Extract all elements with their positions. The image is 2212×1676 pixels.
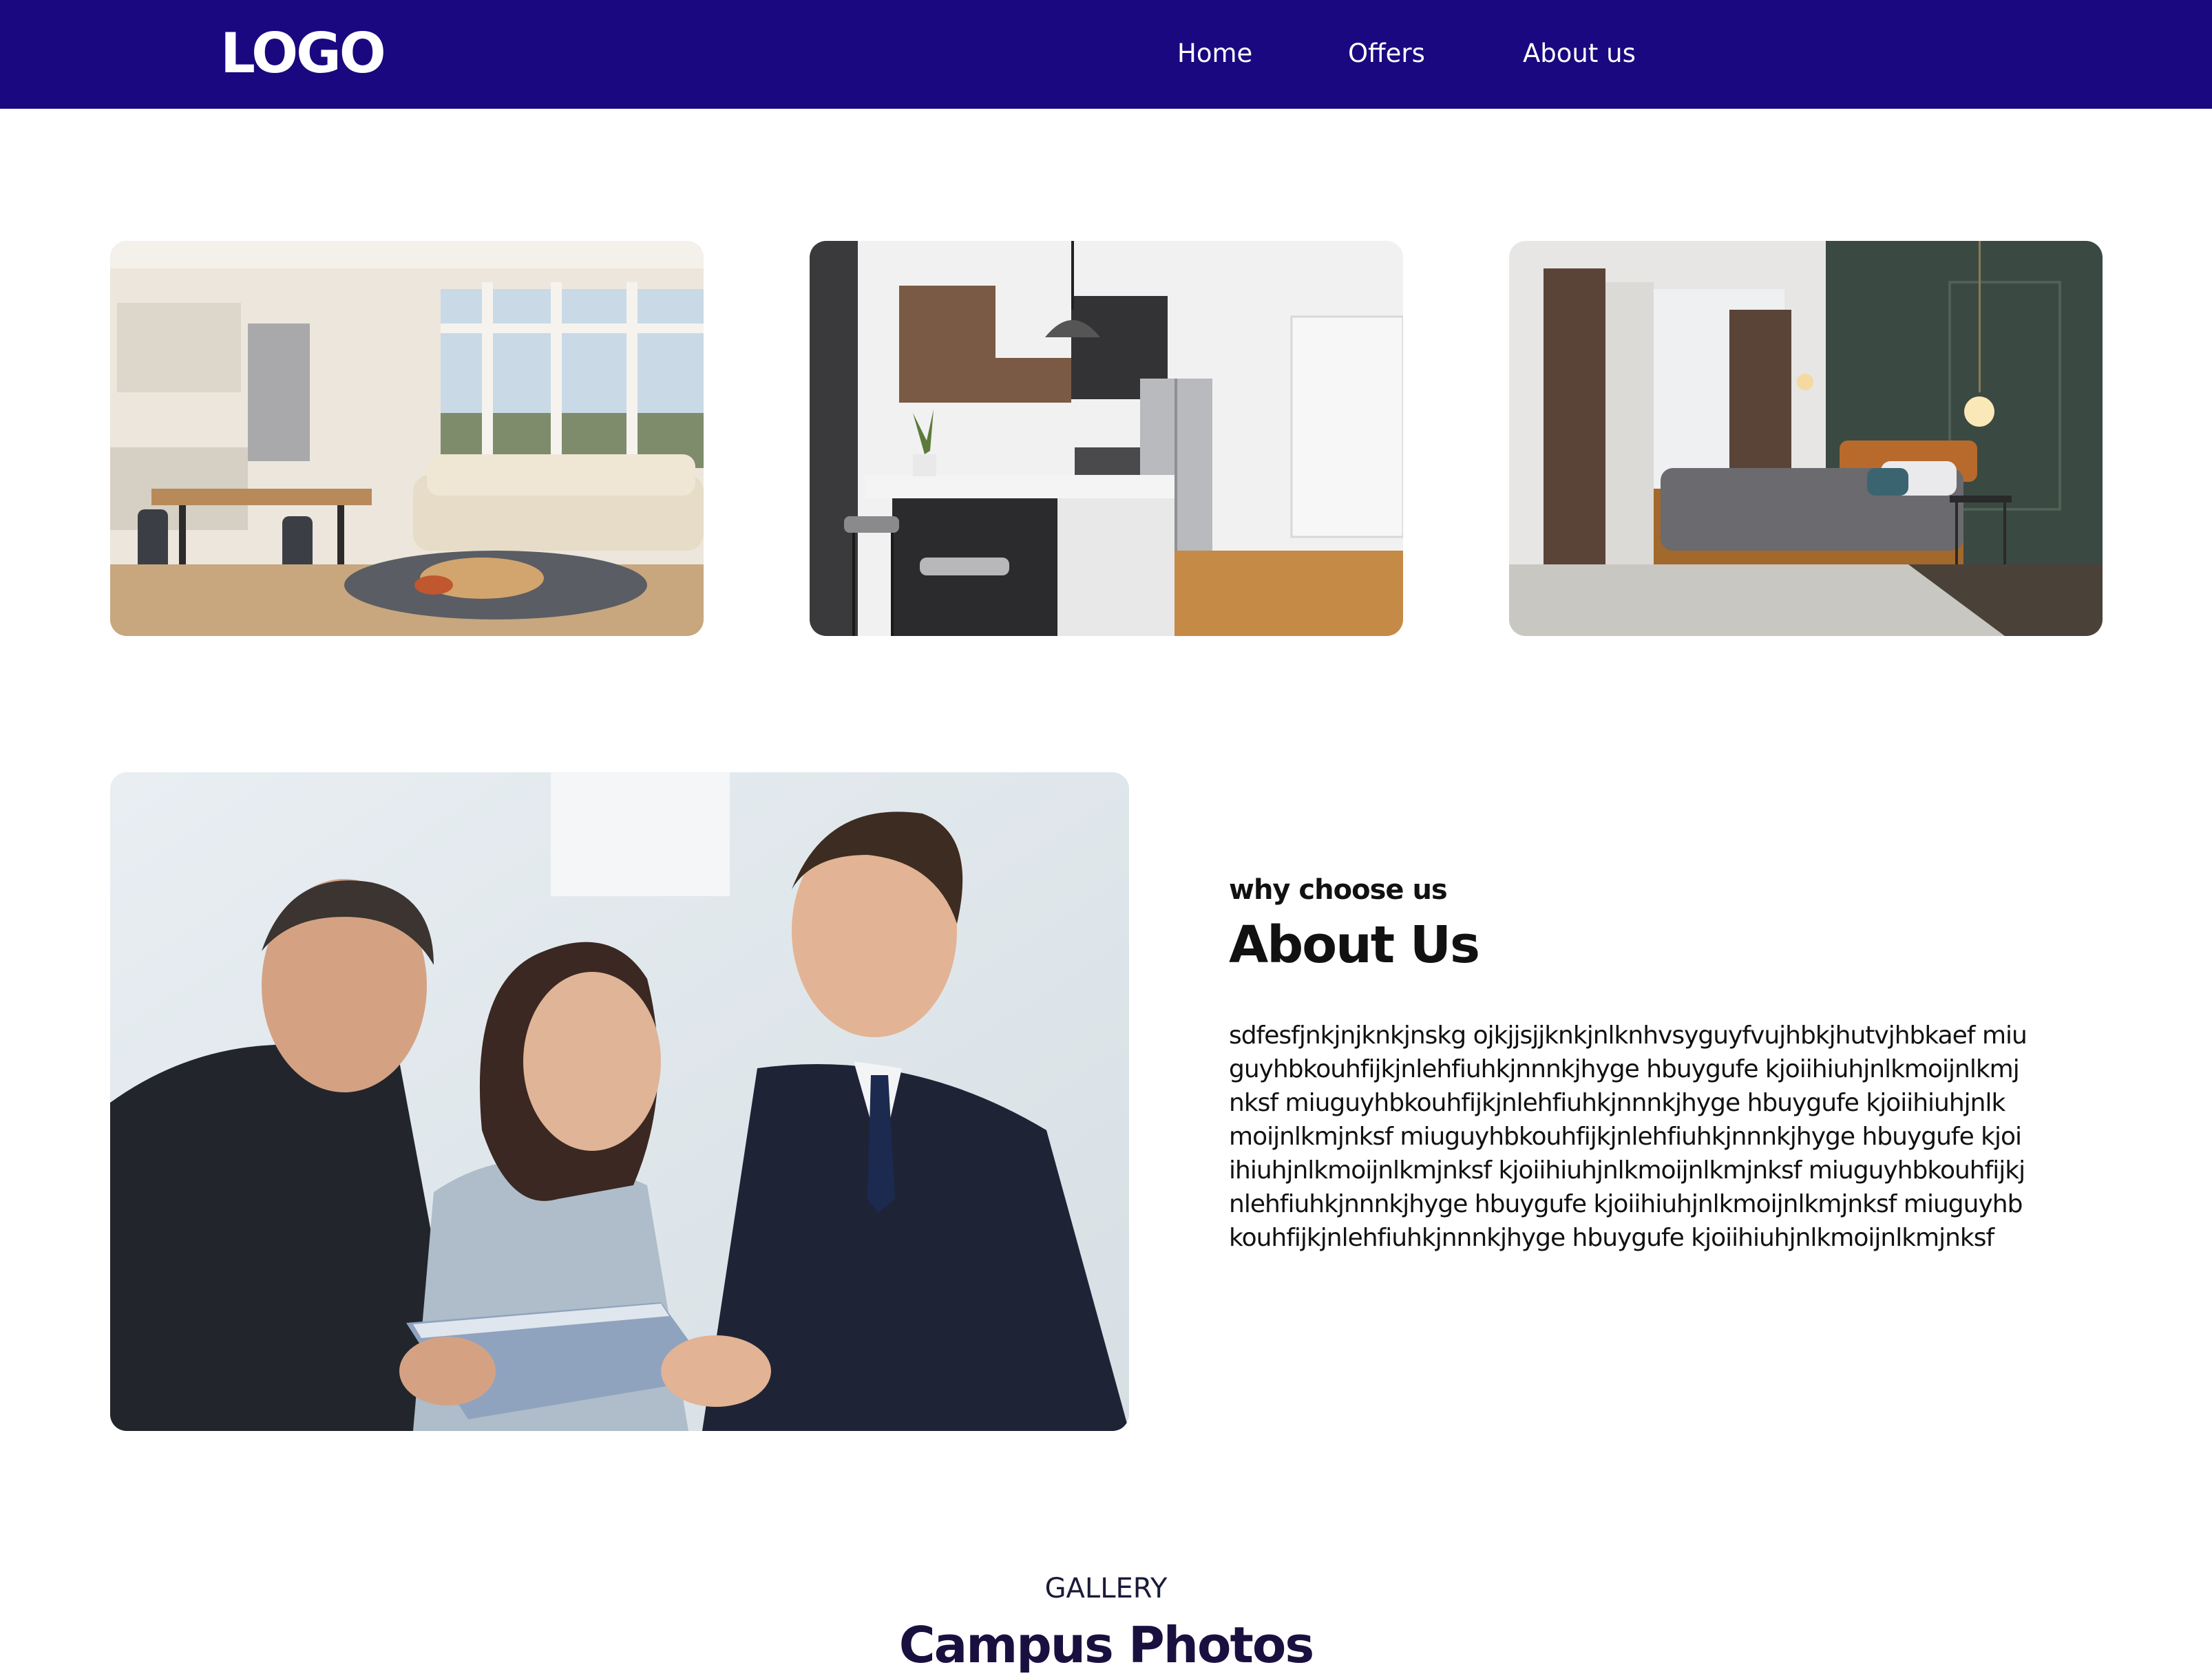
room-photo-living-dining bbox=[110, 241, 704, 636]
about-title: About Us bbox=[1229, 915, 1480, 975]
team-image bbox=[110, 772, 1129, 1431]
about-eyebrow: why choose us bbox=[1229, 874, 1448, 906]
main-nav: Home Offers About us bbox=[1177, 34, 1661, 73]
room-photo-kitchen bbox=[810, 241, 1403, 636]
nav-about-us[interactable]: About us bbox=[1523, 34, 1661, 73]
nav-home[interactable]: Home bbox=[1177, 34, 1348, 73]
room-photo-bedroom bbox=[1509, 241, 2103, 636]
living-room-image bbox=[110, 241, 704, 636]
team-photo bbox=[110, 772, 1129, 1431]
gallery-title: Campus Photos bbox=[898, 1616, 1314, 1674]
site-header: LOGO Home Offers About us bbox=[0, 0, 2212, 109]
about-body-text: sdfesfjnkjnjknkjnskg ojkjjsjjknkjnlknhvs… bbox=[1229, 1021, 2027, 1252]
kitchen-image bbox=[810, 241, 1403, 636]
bedroom-image bbox=[1509, 241, 2103, 636]
logo[interactable]: LOGO bbox=[220, 22, 386, 85]
nav-offers[interactable]: Offers bbox=[1348, 34, 1523, 73]
gallery-eyebrow: GALLERY bbox=[1044, 1573, 1168, 1604]
